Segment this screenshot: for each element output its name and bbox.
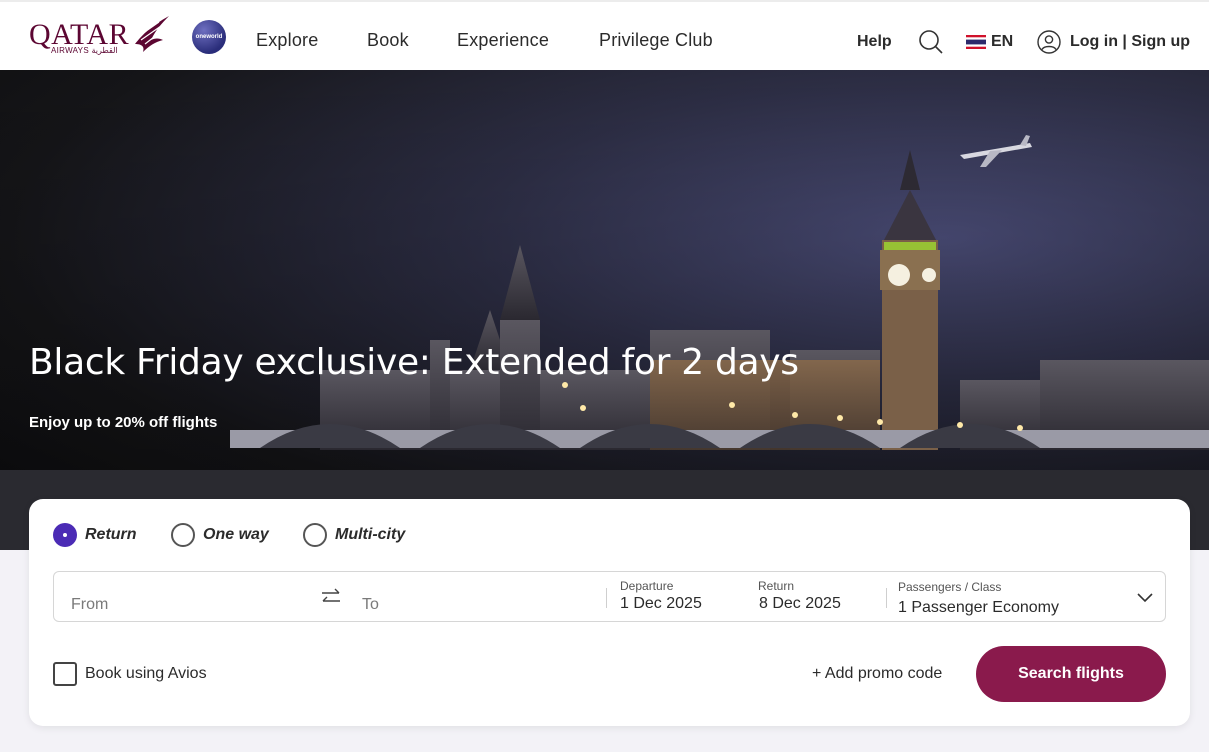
oneworld-badge[interactable]: oneworld (192, 20, 226, 54)
site-header: QATAR AIRWAYS القطرية oneworld Explore B… (0, 0, 1209, 70)
nav-experience[interactable]: Experience (457, 30, 549, 51)
search-flights-button[interactable]: Search flights (976, 646, 1166, 702)
nav-book[interactable]: Book (367, 30, 409, 51)
nav-privilege-club[interactable]: Privilege Club (599, 30, 713, 51)
trip-type-label: One way (203, 526, 269, 543)
help-link[interactable]: Help (857, 33, 892, 51)
return-label: Return (758, 579, 795, 593)
radio-icon (303, 523, 327, 547)
swap-arrows-icon[interactable] (320, 586, 342, 608)
field-divider (606, 588, 607, 608)
from-input[interactable]: From (71, 596, 108, 614)
hero-title: Black Friday exclusive: Extended for 2 d… (29, 342, 799, 383)
oryx-icon (135, 16, 169, 52)
flight-fields-group: From To Departure 1 Dec 2025 Return 8 De… (53, 571, 1166, 622)
passengers-value: 1 Passenger Economy (898, 599, 1059, 616)
radio-icon (171, 523, 195, 547)
field-divider (886, 588, 887, 608)
login-signup-link[interactable]: Log in | Sign up (1070, 33, 1190, 51)
language-selector[interactable]: EN (991, 33, 1013, 51)
passengers-label: Passengers / Class (898, 580, 1002, 594)
trip-type-label: Multi-city (335, 526, 406, 543)
avios-checkbox[interactable] (53, 662, 77, 686)
departure-value: 1 Dec 2025 (620, 595, 702, 612)
flight-search-card: Return One way Multi-city From To Depart… (29, 499, 1190, 726)
london-skyline-image (0, 70, 1209, 550)
hero-banner: Black Friday exclusive: Extended for 2 d… (0, 70, 1209, 550)
return-value: 8 Dec 2025 (759, 595, 841, 612)
trip-type-multi-city[interactable]: Multi-city (303, 523, 405, 547)
trip-type-label: Return (85, 526, 137, 543)
user-icon[interactable] (1037, 30, 1061, 54)
departure-label: Departure (620, 579, 674, 593)
radio-selected-icon (53, 523, 77, 547)
hero-subtitle: Enjoy up to 20% off flights (29, 414, 218, 431)
trip-type-return[interactable]: Return (53, 523, 137, 547)
avios-label: Book using Avios (85, 665, 207, 682)
logo-subtext: AIRWAYS القطرية (51, 46, 118, 55)
trip-type-one-way[interactable]: One way (171, 523, 269, 547)
nav-explore[interactable]: Explore (256, 30, 318, 51)
search-icon[interactable] (918, 29, 944, 55)
thailand-flag-icon[interactable] (966, 35, 986, 49)
add-promo-code-link[interactable]: + Add promo code (812, 665, 942, 683)
qatar-airways-logo[interactable]: QATAR AIRWAYS القطرية (29, 14, 174, 58)
chevron-down-icon[interactable] (1136, 590, 1154, 604)
to-input[interactable]: To (362, 596, 379, 614)
